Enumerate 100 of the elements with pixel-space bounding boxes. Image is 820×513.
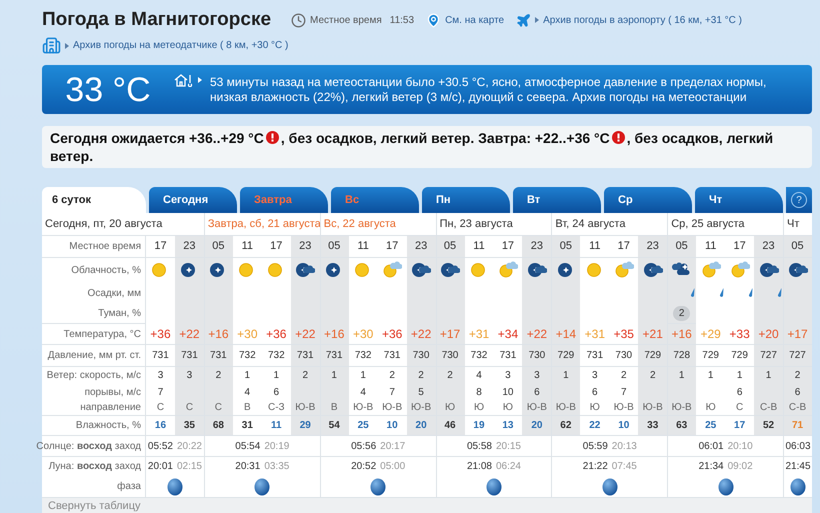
table-cell-text: +14 [556,326,576,343]
table-cell-text: 2 [650,369,656,383]
collapse-table-bar[interactable]: Свернуть таблицу [42,498,812,513]
moon-cloud-icon [295,261,316,279]
table-cell-text: 71 [792,419,804,433]
table-cell-text: 732 [354,349,372,363]
table-cell-text: 3 [158,369,164,383]
table-cell-text: 3 [534,369,540,383]
table-cell-text: 23 [299,239,312,254]
table-cell-text: 11 [473,239,485,254]
table-cell-text: +33 [729,326,750,343]
table-cell-text: 8 [476,386,482,400]
warning-icon [266,131,279,144]
moonset-time: 03:35 [264,460,290,474]
moonrise-time: 20:31 [235,460,260,474]
row-label: Ветер: скорость, м/с [46,369,141,383]
sun-cloud-icon [730,261,750,279]
day-heading: Завтра, сб, 21 августа [208,216,321,232]
table-cell-text: 730 [442,349,458,363]
tab[interactable]: Чт [695,187,783,213]
table-cell-text: +35 [614,326,634,343]
moon-phase-icon [486,478,502,496]
map-link[interactable]: См. на карте [445,12,504,28]
moonrise-time: 21:08 [466,460,492,474]
table-cell-text: 23 [646,239,659,254]
table-cell-text: 11 [589,239,601,254]
table-cell-text: 1 [360,369,366,383]
day-heading: Чт [787,216,800,232]
table-cell-text: 25 [705,419,716,433]
sun-cloud-icon [700,261,721,279]
forecast-summary: Сегодня ожидается +36..+29 °C , без осадков, легкий ветер. Завтра: +22..+36 °C , без осадков, легкий ветер. [42,126,812,168]
table-cell-text: 11 [704,239,716,254]
caret-icon [65,42,69,48]
moonrise-time: 21:45 [786,460,811,474]
day-heading: Ср, 25 августа [671,216,745,232]
moon-phase-icon [718,478,734,496]
table-cell-text: 11 [271,419,282,433]
table-cell-text: +16 [324,326,344,343]
table-cell-text: 729 [644,349,662,363]
table-cell-text: 727 [760,349,777,363]
tab[interactable]: Сегодня [149,187,237,213]
table-cell-text: Ю-В [672,401,692,415]
tab[interactable]: 6 суток [42,187,146,213]
sun-cloud-icon [382,261,402,279]
table-cell-text: 68 [212,419,224,433]
table-cell-text: 05 [328,239,340,254]
row-label: порывы, м/с [84,386,141,400]
moon-cloud-icon [411,261,432,279]
day-heading: Сегодня, пт, 20 августа [45,216,162,232]
table-cell-text: 731 [152,349,169,363]
table-cell-text: 17 [618,239,630,254]
table-cell-text: +31 [468,326,490,343]
table-cell-text: 29 [300,419,311,433]
table-cell-text: 7 [158,386,164,400]
moon-cloud-icon [642,261,663,279]
sensor-archive-link[interactable]: Архив погоды на метеодатчике ( 8 км, +30 °C ) [73,38,288,53]
moonrise-time: 20:52 [351,460,376,474]
table-cell-text: 19 [473,419,485,433]
table-cell-text: 729 [731,349,748,363]
row-label: Солнце: восход заход [36,440,141,454]
table-cell-text: +22 [179,326,200,343]
table-cell-text: 13 [502,419,514,433]
table-cell-text: Ю [444,401,456,415]
table-cell-text: 17 [154,239,167,254]
table-cell-text: 5 [418,386,424,400]
table-cell-text: 4 [476,369,482,383]
table-cell-text: +34 [498,326,518,343]
table-cell-text: С-З [268,401,285,415]
sun-cloud-icon [614,261,634,279]
sunrise-time: 05:52 [148,440,173,454]
table-cell-text: 1 [331,369,337,383]
moonset-time: 02:15 [176,460,202,474]
tab[interactable]: Пн [422,187,510,213]
sunrise-time: 06:03 [786,440,811,454]
table-cell-text: 16 [154,419,166,433]
tab[interactable]: Ср [604,187,692,213]
sunset-time: 20:15 [496,440,521,454]
moonrise-time: 21:22 [582,460,608,474]
table-cell-text: С [214,401,222,415]
table-cell-text: Ю [502,401,513,415]
tab[interactable]: Вт [513,187,601,213]
table-cell-text: 728 [673,349,690,363]
building-icon [42,36,61,55]
airport-archive-link[interactable]: Архив погоды в аэропорту ( 16 км, +31 °C ) [543,12,742,28]
table-cell-text: 10 [618,419,630,433]
table-cell-text: 2 [389,369,395,383]
table-cell-text: 23 [762,239,775,254]
table-cell-text: 732 [470,349,488,363]
table-cell-text: 7 [389,386,395,400]
table-cell-text: +17 [787,326,808,343]
moonrise-time: 21:34 [698,460,724,474]
table-cell-text: 6 [274,386,280,400]
table-cell-text: 17 [734,419,746,433]
table-cell-text: С [736,401,744,415]
table-cell-text: Ю-В [295,401,316,415]
table-cell-text: 6 [794,386,800,400]
table-cell-text: С [186,401,194,415]
table-cell-text: 731 [586,349,604,363]
help-icon[interactable]: ? [791,192,807,208]
table-cell-text: 4 [244,386,250,400]
